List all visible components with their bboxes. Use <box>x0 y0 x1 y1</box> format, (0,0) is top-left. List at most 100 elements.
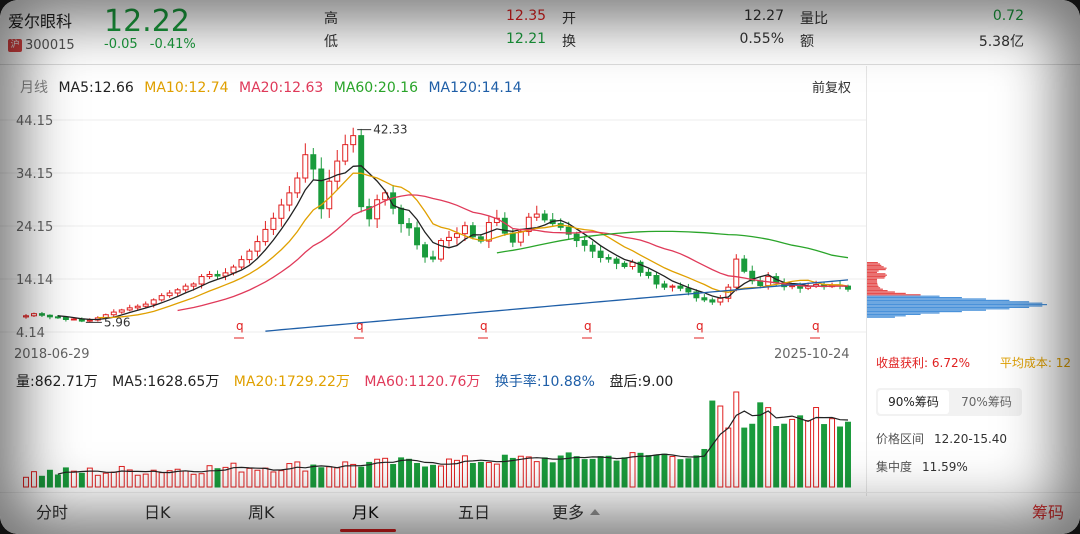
candle-body <box>414 227 421 246</box>
candle-body <box>541 213 548 221</box>
volume-bar <box>701 448 708 488</box>
candle-body <box>190 283 197 287</box>
concentration-label: 集中度 <box>876 460 913 474</box>
candle-body <box>509 232 516 243</box>
volume-chart[interactable] <box>0 365 866 490</box>
chip-button[interactable]: 筹码 <box>1032 499 1064 523</box>
volume-bar <box>358 466 365 488</box>
candle-body <box>334 160 341 182</box>
concentration-row: 集中度 11.59% <box>876 458 968 475</box>
candle-body <box>581 240 588 246</box>
volume-bar <box>837 426 844 488</box>
volume-bar <box>182 470 189 488</box>
candle-body <box>342 144 349 162</box>
volume-bar <box>70 470 77 488</box>
volume-bar <box>78 472 85 488</box>
candle-body <box>158 295 165 301</box>
ma120-label: MA120:14.14 <box>428 80 522 96</box>
volume-bar <box>46 469 53 488</box>
candle-body <box>126 307 133 311</box>
stat-amount: 额 <box>800 34 814 50</box>
volume-bar <box>310 464 317 488</box>
candle-body <box>621 262 628 268</box>
candle-body <box>461 225 468 235</box>
tab-five-day[interactable]: 五日 <box>458 499 490 523</box>
volume-bar <box>493 463 500 488</box>
chip-bar <box>867 278 878 280</box>
kline-chart[interactable]: 44.15 34.15 24.15 14.14 4.14 42.33 5.96 q q q q q q 2… <box>0 100 866 365</box>
volume-bar <box>621 457 628 488</box>
volume-bar <box>589 458 596 488</box>
volume-bar <box>350 463 357 488</box>
low-label: 5.96 <box>104 315 131 329</box>
chip-bar <box>867 284 878 286</box>
candle-body <box>430 256 436 260</box>
high-label: 42.33 <box>373 123 407 137</box>
ma20-label: MA20:12.63 <box>239 80 324 96</box>
volume-bar <box>198 473 205 488</box>
chip-bar <box>867 302 1043 304</box>
chip-bar <box>867 283 878 285</box>
tab-weekly-k[interactable]: 周K <box>248 499 275 523</box>
candle-body <box>709 299 716 303</box>
volume-bar <box>366 461 373 488</box>
chip-bar <box>867 315 906 317</box>
stat-high: 高 <box>324 11 338 27</box>
volume-bar <box>134 474 141 488</box>
change-value: -0.05 <box>104 37 138 52</box>
ma120-line <box>265 279 849 332</box>
chip-bar <box>867 316 895 318</box>
chip-bar <box>867 313 921 315</box>
tab-more[interactable]: 更多 <box>552 499 601 523</box>
volume-bar <box>390 464 397 488</box>
stat-turnover: 换 <box>562 34 576 50</box>
candle-body <box>645 271 652 277</box>
chip-bar <box>867 298 987 300</box>
chip-tab-90[interactable]: 90%筹码 <box>878 390 949 414</box>
chip-bar <box>867 274 887 276</box>
candle-body <box>206 273 213 278</box>
change-pct: -0.41% <box>149 37 196 52</box>
dividend-marker: q <box>584 319 592 333</box>
tab-daily-k[interactable]: 日K <box>144 499 171 523</box>
chip-bar <box>867 263 881 265</box>
chip-bar <box>867 266 884 268</box>
chip-bar <box>867 262 878 264</box>
volume-bar <box>294 461 301 488</box>
volume-bar <box>485 461 492 488</box>
volume-bar <box>238 471 245 488</box>
candle-body <box>302 154 309 179</box>
volume-bar <box>573 456 580 488</box>
price-range-label: 价格区间 <box>876 432 925 446</box>
candle-body <box>246 250 253 261</box>
chip-bar <box>867 276 886 278</box>
tab-intraday[interactable]: 分时 <box>36 499 68 523</box>
price-range-row: 价格区间 12.20-15.40 <box>876 430 1007 447</box>
chip-tab-70[interactable]: 70%筹码 <box>951 388 1022 416</box>
period-tabs: 分时 日K 周K 月K 五日 更多 筹码 <box>0 492 1080 534</box>
adjust-button[interactable]: 前复权 <box>812 77 851 96</box>
stat-low: 低 <box>324 34 338 50</box>
chip-bar <box>867 304 1047 306</box>
volume-bar <box>605 455 612 488</box>
chip-bar <box>867 288 883 290</box>
chip-bar <box>867 294 921 296</box>
candle-body <box>110 311 117 316</box>
volume-bar <box>477 461 484 488</box>
volume-bar <box>94 474 101 488</box>
candle-body <box>86 319 93 322</box>
candle-body <box>134 305 141 309</box>
volume-bar <box>693 455 700 488</box>
dividend-marker: q <box>356 319 364 333</box>
chip-bar <box>867 292 906 294</box>
volume-bar <box>23 476 29 488</box>
volume-bar <box>54 474 61 488</box>
candle-body <box>605 257 612 260</box>
tab-monthly-k[interactable]: 月K <box>352 499 379 523</box>
candle-body <box>422 244 429 258</box>
dividend-marker: q <box>480 319 488 333</box>
dividend-marker: q <box>812 319 820 333</box>
candle-body <box>589 244 596 252</box>
y-tick-label: 34.15 <box>16 167 53 182</box>
candle-body <box>62 316 69 320</box>
